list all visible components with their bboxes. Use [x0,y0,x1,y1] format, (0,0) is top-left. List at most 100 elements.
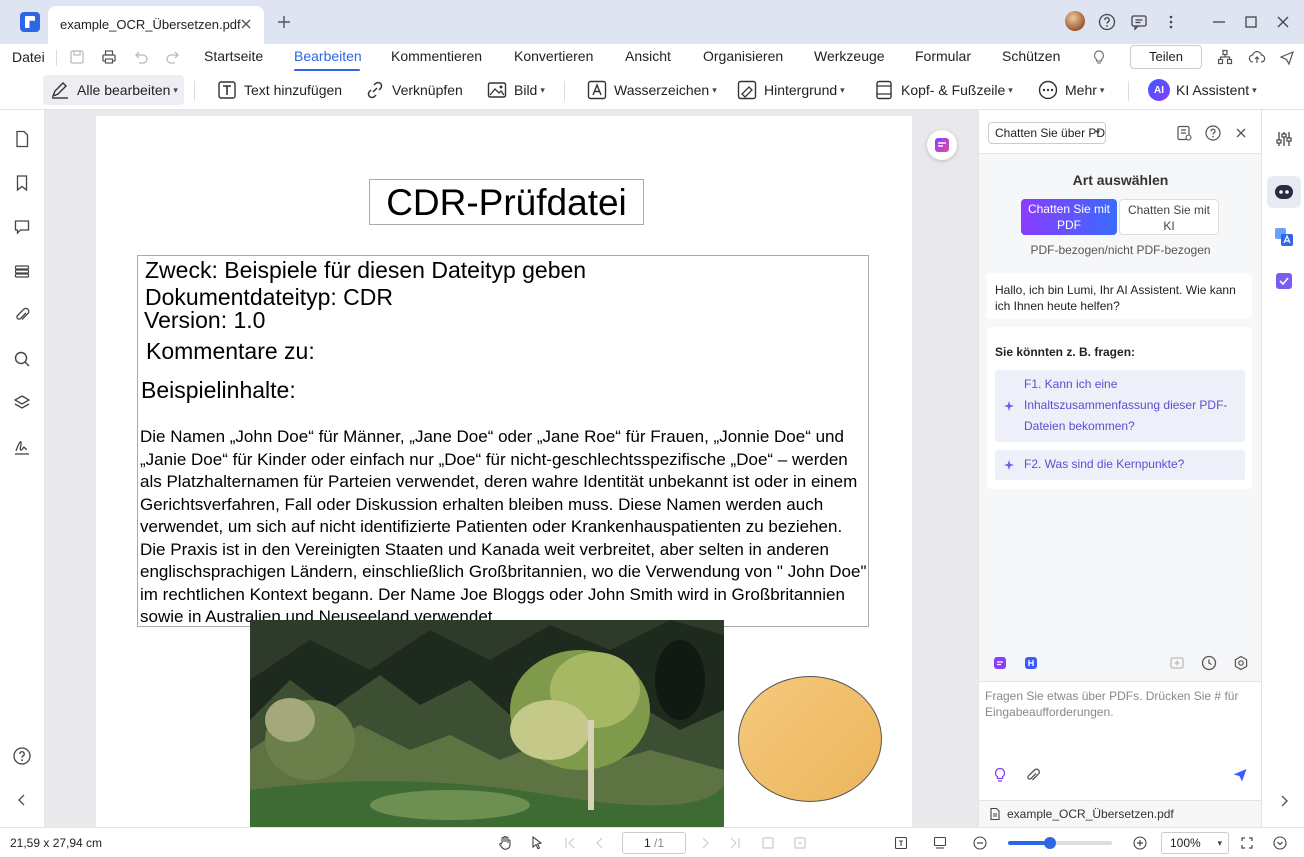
cloud-upload-icon[interactable] [1248,48,1266,66]
fit-width-icon[interactable] [792,835,808,851]
tab-schuetzen[interactable]: Schützen [1002,48,1060,64]
clock-icon[interactable] [1200,654,1218,672]
close-window-icon[interactable] [1273,12,1293,32]
collapse-left-icon[interactable] [12,790,32,810]
pdf-page[interactable]: CDR-Prüfdatei Zweck: Beispiele für diese… [96,116,912,827]
send-message-icon[interactable] [1231,766,1249,784]
ai-bot-tab[interactable] [1267,176,1301,208]
attach-file-icon[interactable] [1023,766,1041,784]
page-number-field[interactable]: 1 /1 [622,832,686,854]
background-button[interactable]: Hintergrund ▾ [736,75,845,105]
suggestion-item[interactable]: F1. Kann ich eine Inhaltszusammenfassung… [995,370,1245,442]
more-button[interactable]: Mehr ▾ [1037,75,1104,105]
zoom-slider[interactable] [1008,837,1112,849]
add-text-button[interactable]: Text hinzufügen [216,75,342,105]
search-icon[interactable] [12,349,32,369]
document-canvas[interactable]: CDR-Prüfdatei Zweck: Beispiele für diese… [45,110,978,827]
edit-all-button[interactable]: Alle bearbeiten ▾ [43,75,184,105]
bookmark-icon[interactable] [12,173,32,193]
last-page-icon[interactable] [727,835,743,851]
send-icon[interactable] [1278,48,1296,66]
tab-konvertieren[interactable]: Konvertieren [514,48,593,64]
ai-summary-icon[interactable] [991,654,1009,672]
document-icon [988,807,1002,821]
chat-with-pdf-button[interactable]: Chatten Sie mit PDF [1021,199,1117,235]
task-check-icon[interactable] [1273,270,1295,292]
new-tab-icon[interactable] [276,14,292,30]
chat-history-icon[interactable] [1175,124,1193,142]
help-icon[interactable] [1097,12,1117,32]
prompt-ideas-icon[interactable] [991,766,1009,784]
save-icon[interactable] [68,48,86,66]
zoom-in-icon[interactable] [1132,835,1148,851]
file-menu[interactable]: Datei [12,49,45,65]
tab-werkzeuge[interactable]: Werkzeuge [814,48,885,64]
maximize-icon[interactable] [1241,12,1261,32]
user-avatar[interactable] [1065,11,1085,31]
tab-formular[interactable]: Formular [915,48,971,64]
more-vertical-icon[interactable] [1161,12,1181,32]
document-tab[interactable]: example_OCR_Übersetzen.pdf [48,6,264,44]
chat-with-ai-button[interactable]: Chatten Sie mit KI [1119,199,1219,235]
tab-organisieren[interactable]: Organisieren [703,48,783,64]
expand-down-icon[interactable] [1272,835,1288,851]
tab-ansicht[interactable]: Ansicht [625,48,671,64]
watermark-button[interactable]: Wasserzeichen ▾ [586,75,717,105]
layers-icon[interactable] [12,393,32,413]
header-footer-button[interactable]: Kopf- & Fußzeile ▾ [873,75,1013,105]
print-icon[interactable] [100,48,118,66]
zoom-out-icon[interactable] [972,835,988,851]
close-tab-icon[interactable] [238,16,254,32]
stack-icon[interactable] [12,261,32,281]
ellipse-shape[interactable] [738,676,882,802]
page-layout-icon[interactable] [893,835,909,851]
tab-bearbeiten[interactable]: Bearbeiten [294,48,362,64]
link-button[interactable]: Verknüpfen [364,75,463,105]
floating-ai-button[interactable] [927,130,957,160]
undo-icon[interactable] [132,48,150,66]
status-bar: 21,59 x 27,94 cm 1 /1 100% ▾ [0,827,1304,857]
ai-badge-icon: AI [1148,79,1170,101]
ai-assistant-button[interactable]: AI KI Assistent ▾ [1148,75,1257,105]
zoom-slider-handle[interactable] [1043,837,1056,849]
tab-kommentieren[interactable]: Kommentieren [391,48,482,64]
signature-icon[interactable] [12,437,32,457]
chat-mode-select[interactable]: Chatten Sie über PDF ▾ [988,122,1106,144]
link-label: Verknüpfen [392,82,463,98]
select-tool-icon[interactable] [529,835,545,851]
attachment-icon[interactable] [12,305,32,325]
minimize-icon[interactable] [1209,12,1229,32]
properties-sliders-icon[interactable] [1273,128,1295,150]
pages-icon[interactable] [12,129,32,149]
body-text-box[interactable]: Zweck: Beispiele für diesen Dateityp geb… [137,255,869,627]
hand-tool-icon[interactable] [497,835,513,851]
feedback-icon[interactable] [1129,12,1149,32]
fit-page-icon[interactable] [760,835,776,851]
attached-document-row[interactable]: example_OCR_Übersetzen.pdf [979,800,1262,827]
image-button[interactable]: Bild ▾ [486,75,545,105]
lightbulb-icon[interactable] [1090,48,1108,66]
title-text-box[interactable]: CDR-Prüfdatei [369,179,644,225]
network-icon[interactable] [1216,48,1234,66]
help-icon[interactable] [1204,124,1222,142]
chat-input[interactable] [985,688,1255,748]
translate-icon[interactable] [1273,226,1295,248]
help-icon[interactable] [12,746,32,766]
fullscreen-icon[interactable] [1239,835,1255,851]
view-mode-icon[interactable] [932,835,948,851]
settings-icon[interactable] [1232,654,1250,672]
zoom-level-select[interactable]: 100% ▾ [1161,832,1229,854]
first-page-icon[interactable] [562,835,578,851]
suggestion-item[interactable]: F2. Was sind die Kernpunkte? [995,450,1245,480]
tab-startseite[interactable]: Startseite [204,48,263,64]
share-button[interactable]: Teilen [1130,45,1202,69]
next-page-icon[interactable] [697,835,713,851]
comment-icon[interactable] [12,217,32,237]
ai-translate-icon[interactable] [1022,654,1040,672]
new-chat-icon[interactable] [1168,654,1186,672]
redo-icon[interactable] [164,48,182,66]
previous-page-icon[interactable] [592,835,608,851]
collapse-right-icon[interactable] [1273,790,1295,812]
close-panel-icon[interactable] [1232,124,1250,142]
forest-image[interactable] [250,620,724,827]
